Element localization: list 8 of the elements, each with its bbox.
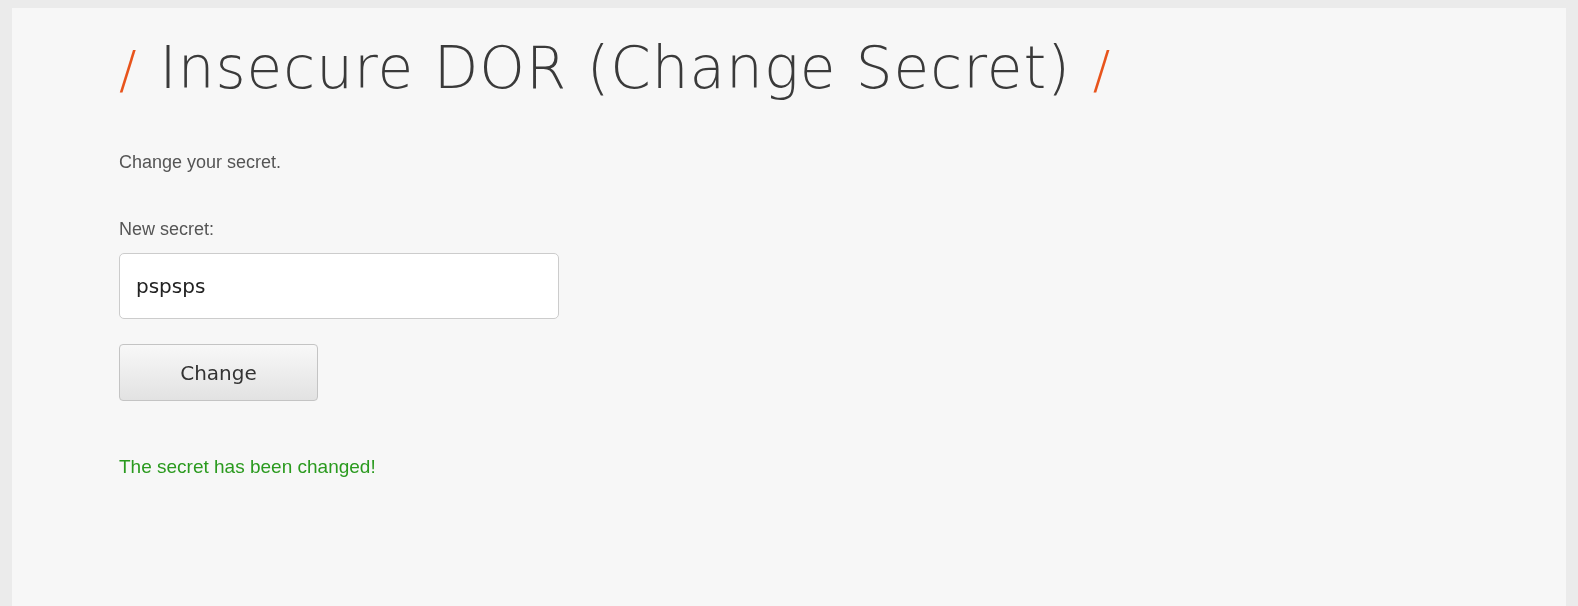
- page-title: Insecure DOR (Change Secret): [159, 34, 1071, 102]
- title-slash: /: [119, 40, 138, 100]
- status-message: The secret has been changed!: [119, 456, 376, 478]
- title-slash: /: [1092, 40, 1112, 100]
- secret-input[interactable]: pspsps: [119, 253, 559, 319]
- field-label: New secret:: [119, 219, 215, 240]
- intro-text: Change your secret.: [119, 152, 282, 173]
- change-button[interactable]: Change: [119, 344, 318, 401]
